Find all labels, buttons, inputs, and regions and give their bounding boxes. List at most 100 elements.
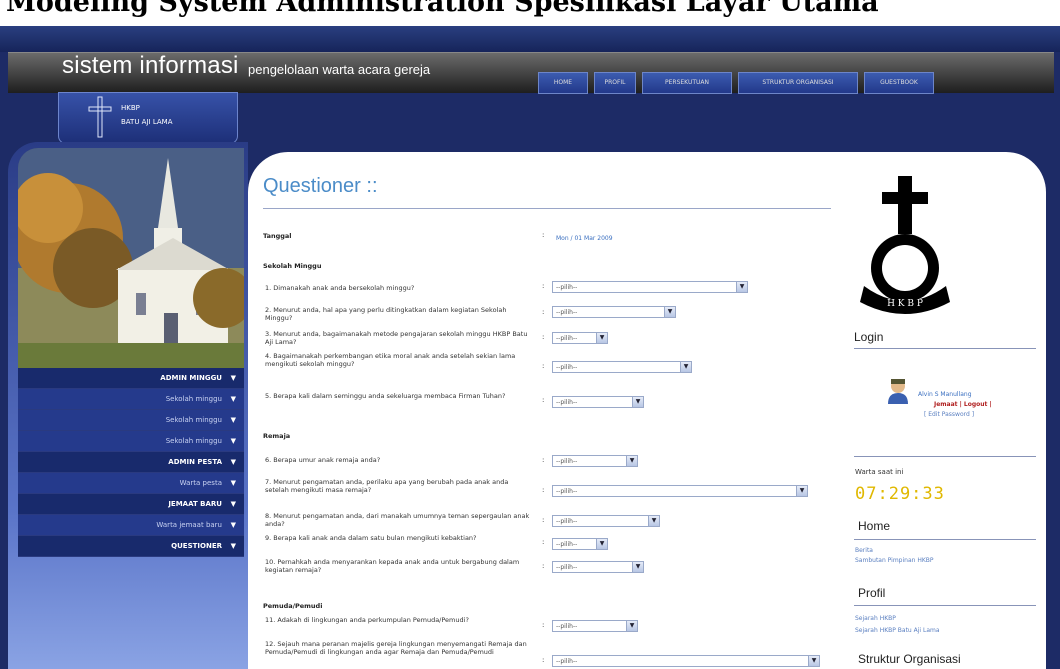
tanggal-value: Mon / 01 Mar 2009 <box>556 235 613 242</box>
question-1: 1. Dimanakah anak anda bersekolah minggu… <box>265 284 415 292</box>
dropdown-arrow-icon: ▼ <box>796 486 807 496</box>
question-9: 9. Berapa kali anak anda dalam satu bula… <box>265 534 477 542</box>
dropdown-arrow-icon: ▼ <box>596 539 607 549</box>
church-logo-box: HKBP BATU AJI LAMA <box>58 92 238 144</box>
chevron-down-icon: ▼ <box>230 395 236 403</box>
menu-sekolah-minggu-3[interactable]: Sekolah minggu ▼ <box>18 431 244 452</box>
logo-line1: HKBP <box>121 104 140 112</box>
profil-link-sejarah-batu-aji[interactable]: Sejarah HKBP Batu Aji Lama <box>855 626 940 635</box>
select-value: --pilih-- <box>556 623 578 630</box>
menu-label: ADMIN MINGGU <box>160 374 222 382</box>
nav-persekutuan[interactable]: PERSEKUTUAN <box>642 72 732 94</box>
question-6: 6. Berapa umur anak remaja anda? <box>265 456 381 464</box>
question-text: Menurut anda, hal apa yang perlu ditingk… <box>265 306 507 322</box>
answer-select-8[interactable]: --pilih-- ▼ <box>552 515 660 527</box>
menu-admin-pesta[interactable]: ADMIN PESTA ▼ <box>18 452 244 473</box>
divider <box>854 539 1036 540</box>
question-8: 8. Menurut pengamatan anda, dari manakah… <box>265 512 530 528</box>
question-text: Berapa kali anak anda dalam satu bulan m… <box>273 534 477 542</box>
login-title: Login <box>854 330 884 344</box>
dropdown-arrow-icon: ▼ <box>626 456 637 466</box>
profil-title: Profil <box>858 586 886 600</box>
chevron-down-icon: ▼ <box>230 374 236 382</box>
question-text: Berapa kali dalam seminggu anda sekeluar… <box>273 392 506 400</box>
answer-select-11[interactable]: --pilih-- ▼ <box>552 620 638 632</box>
colon: : <box>542 308 545 316</box>
answer-select-2[interactable]: --pilih-- ▼ <box>552 306 676 318</box>
title-divider <box>263 208 831 209</box>
user-links[interactable]: Jemaat | Logout | <box>934 400 992 409</box>
divider <box>854 348 1036 349</box>
menu-sekolah-minggu-2[interactable]: Sekolah minggu ▼ <box>18 410 244 431</box>
document-caption: Modeling System Administration Spesifika… <box>0 0 1060 26</box>
brand-subtitle: pengelolaan warta acara gereja <box>248 62 431 77</box>
select-value: --pilih-- <box>556 658 578 665</box>
colon: : <box>542 516 545 524</box>
answer-select-12[interactable]: --pilih-- ▼ <box>552 655 820 667</box>
question-text: Bagaimanakah perkembangan etika moral an… <box>265 352 516 368</box>
nav-guestbook[interactable]: GUESTBOOK <box>864 72 934 94</box>
clock-label: Warta saat ini <box>855 468 904 476</box>
church-photo <box>18 148 244 368</box>
chevron-down-icon: ▼ <box>230 479 236 487</box>
menu-warta-jemaat-baru[interactable]: Warta jemaat baru ▼ <box>18 515 244 536</box>
question-text: Menurut pengamatan anda, perilaku apa ya… <box>265 478 509 494</box>
answer-select-9[interactable]: --pilih-- ▼ <box>552 538 608 550</box>
page-title: Questioner :: <box>263 175 378 197</box>
home-link-berita[interactable]: Berita <box>855 546 873 555</box>
logo-line2: BATU AJI LAMA <box>121 118 173 126</box>
hkbp-logo-icon: H K B P <box>860 176 950 314</box>
chevron-down-icon: ▼ <box>230 416 236 424</box>
menu-label: QUESTIONER <box>171 542 222 550</box>
answer-select-4[interactable]: --pilih-- ▼ <box>552 361 692 373</box>
colon: : <box>542 396 545 404</box>
answer-select-5[interactable]: --pilih-- ▼ <box>552 396 644 408</box>
svg-text:H K B P: H K B P <box>887 299 923 309</box>
question-text: Menurut pengamatan anda, dari manakah um… <box>265 512 530 528</box>
top-band <box>0 26 1060 52</box>
answer-select-3[interactable]: --pilih-- ▼ <box>552 332 608 344</box>
avatar-icon <box>888 379 908 404</box>
menu-jemaat-baru[interactable]: JEMAAT BARU ▼ <box>18 494 244 515</box>
home-title: Home <box>858 519 891 533</box>
dropdown-arrow-icon: ▼ <box>664 307 675 317</box>
answer-select-7[interactable]: --pilih-- ▼ <box>552 485 808 497</box>
menu-sekolah-minggu-1[interactable]: Sekolah minggu ▼ <box>18 389 244 410</box>
question-7: 7. Menurut pengamatan anda, perilaku apa… <box>265 478 509 494</box>
menu-warta-pesta[interactable]: Warta pesta ▼ <box>18 473 244 494</box>
question-text: Adakah di lingkungan anda perkumpulan Pe… <box>277 616 469 624</box>
nav-struktur[interactable]: STRUKTUR ORGANISASI <box>738 72 858 94</box>
menu-label: Sekolah minggu <box>165 437 222 445</box>
menu-admin-minggu[interactable]: ADMIN MINGGU ▼ <box>18 368 244 389</box>
answer-select-10[interactable]: --pilih-- ▼ <box>552 561 644 573</box>
answer-select-6[interactable]: --pilih-- ▼ <box>552 455 638 467</box>
section-sekolah-minggu: Sekolah Minggu <box>263 262 322 270</box>
question-12: 12. Sejauh mana peranan majelis gereja l… <box>265 640 527 656</box>
nav-profil[interactable]: PROFIL <box>594 72 636 94</box>
nav-home[interactable]: HOME <box>538 72 588 94</box>
dropdown-arrow-icon: ▼ <box>808 656 819 666</box>
church-illustration <box>18 148 244 368</box>
colon: : <box>542 282 545 290</box>
select-value: --pilih-- <box>556 564 578 571</box>
profil-link-sejarah[interactable]: Sejarah HKBP <box>855 614 896 623</box>
menu-label: Warta jemaat baru <box>156 521 222 529</box>
user-name: Alvin S Manullang <box>918 391 972 398</box>
question-text: Berapa umur anak remaja anda? <box>273 456 381 464</box>
question-text: Sejauh mana peranan majelis gereja lingk… <box>265 640 527 656</box>
menu-label: Sekolah minggu <box>165 416 222 424</box>
select-value: --pilih-- <box>556 399 578 406</box>
colon: : <box>542 231 545 239</box>
edit-password-link[interactable]: [ Edit Password ] <box>924 410 974 419</box>
question-text: Pernahkah anda menyarankan kepada anak a… <box>265 558 520 574</box>
chevron-down-icon: ▼ <box>230 458 236 466</box>
home-link-sambutan[interactable]: Sambutan Pimpinan HKBP <box>855 556 934 565</box>
struktur-title: Struktur Organisasi <box>858 652 961 666</box>
chevron-down-icon: ▼ <box>230 437 236 445</box>
question-4: 4. Bagaimanakah perkembangan etika moral… <box>265 352 516 368</box>
answer-select-1[interactable]: --pilih-- ▼ <box>552 281 748 293</box>
tanggal-label: Tanggal <box>263 232 292 240</box>
chevron-down-icon: ▼ <box>230 521 236 529</box>
question-text: Dimanakah anak anda bersekolah minggu? <box>273 284 415 292</box>
menu-questioner[interactable]: QUESTIONER ▼ <box>18 536 244 557</box>
